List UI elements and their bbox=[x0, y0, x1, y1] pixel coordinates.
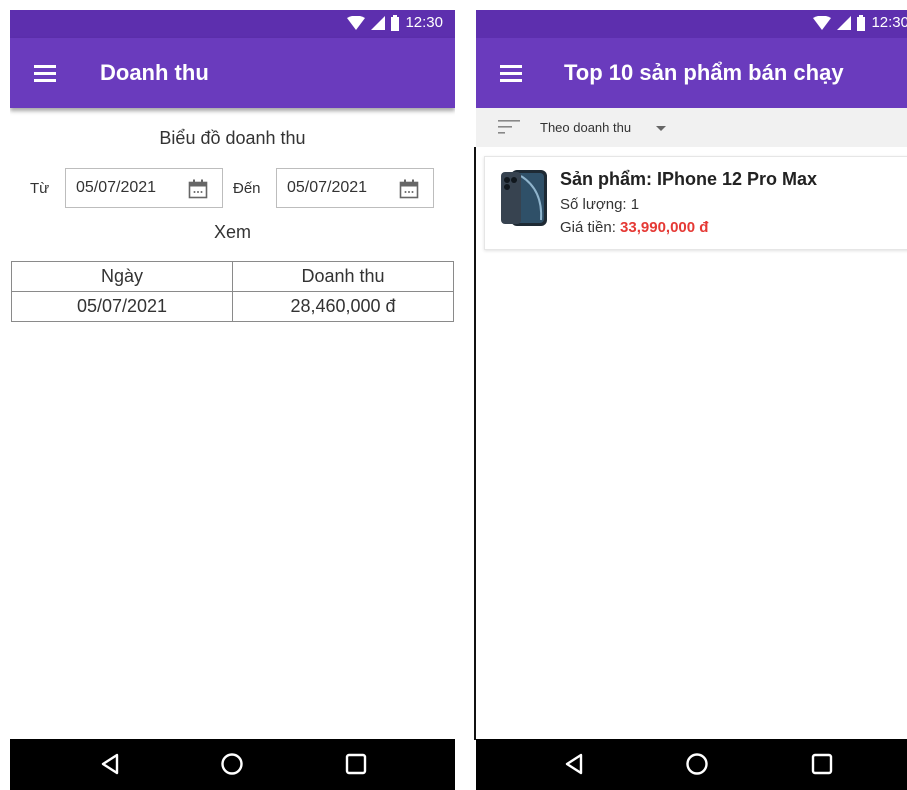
to-label: Đến bbox=[233, 180, 261, 197]
top-products-screen: 12:30 Top 10 sản phẩm bán chạy Theo doan… bbox=[476, 10, 907, 790]
calendar-icon[interactable] bbox=[188, 179, 208, 199]
table-header-row: Ngày Doanh thu bbox=[11, 261, 454, 292]
product-quantity: Số lượng: 1 bbox=[560, 196, 639, 213]
cell-date: 05/07/2021 bbox=[11, 291, 233, 322]
back-icon[interactable] bbox=[561, 751, 587, 777]
chevron-down-icon[interactable] bbox=[656, 126, 666, 131]
product-price: Giá tiền: 33,990,000 đ bbox=[560, 219, 708, 236]
home-icon[interactable] bbox=[219, 751, 245, 777]
quantity-value: 1 bbox=[630, 196, 640, 213]
wifi-icon bbox=[347, 15, 366, 30]
product-name: Sản phẩm: IPhone 12 Pro Max bbox=[560, 169, 818, 189]
system-nav-bar bbox=[10, 739, 455, 790]
sort-icon[interactable] bbox=[498, 120, 520, 134]
cell-revenue: 28,460,000 đ bbox=[232, 291, 454, 322]
revenue-table: Ngày Doanh thu 05/07/2021 28,460,000 đ bbox=[11, 261, 454, 322]
price-value: 33,990,000 đ bbox=[620, 219, 709, 236]
wifi-icon bbox=[813, 15, 832, 30]
sort-dropdown[interactable]: Theo doanh thu bbox=[540, 120, 631, 135]
signal-icon bbox=[371, 15, 386, 30]
recents-icon[interactable] bbox=[343, 751, 369, 777]
calendar-icon[interactable] bbox=[399, 179, 419, 199]
battery-icon bbox=[857, 14, 866, 31]
column-header-revenue: Doanh thu bbox=[232, 261, 454, 292]
status-bar: 12:30 bbox=[476, 10, 907, 38]
menu-button[interactable] bbox=[34, 65, 56, 82]
page-title: Top 10 sản phẩm bán chạy bbox=[564, 60, 844, 85]
menu-button[interactable] bbox=[500, 65, 522, 82]
to-date-value: 05/07/2021 bbox=[287, 179, 368, 196]
price-label: Giá tiền: bbox=[560, 219, 616, 236]
app-bar: Top 10 sản phẩm bán chạy bbox=[476, 38, 907, 108]
chart-title: Biểu đồ doanh thu bbox=[159, 128, 306, 148]
page-title: Doanh thu bbox=[100, 60, 209, 85]
home-icon[interactable] bbox=[684, 751, 710, 777]
revenue-screen: 12:30 Doanh thu Biểu đồ doanh thu Từ 05/… bbox=[10, 10, 455, 790]
from-date-field[interactable]: 05/07/2021 bbox=[65, 168, 223, 208]
status-icons: 12:30 bbox=[813, 14, 907, 31]
view-button[interactable]: Xem bbox=[10, 222, 455, 243]
from-label: Từ bbox=[30, 180, 50, 197]
app-bar: Doanh thu bbox=[10, 38, 455, 108]
back-icon[interactable] bbox=[97, 751, 123, 777]
status-time: 12:30 bbox=[871, 14, 907, 31]
product-card[interactable]: Sản phẩm: IPhone 12 Pro Max Số lượng: 1 … bbox=[484, 156, 907, 250]
sort-bar: Theo doanh thu bbox=[476, 108, 907, 147]
signal-icon bbox=[837, 15, 852, 30]
quantity-label: Số lượng: bbox=[560, 196, 627, 213]
status-time: 12:30 bbox=[405, 14, 443, 31]
table-row: 05/07/2021 28,460,000 đ bbox=[11, 291, 454, 322]
recents-icon[interactable] bbox=[809, 751, 835, 777]
to-date-field[interactable]: 05/07/2021 bbox=[276, 168, 434, 208]
system-nav-bar bbox=[476, 739, 907, 790]
status-bar: 12:30 bbox=[10, 10, 455, 38]
status-icons: 12:30 bbox=[347, 14, 443, 31]
product-image bbox=[501, 170, 547, 226]
column-header-date: Ngày bbox=[11, 261, 233, 292]
from-date-value: 05/07/2021 bbox=[76, 179, 157, 196]
battery-icon bbox=[391, 14, 400, 31]
